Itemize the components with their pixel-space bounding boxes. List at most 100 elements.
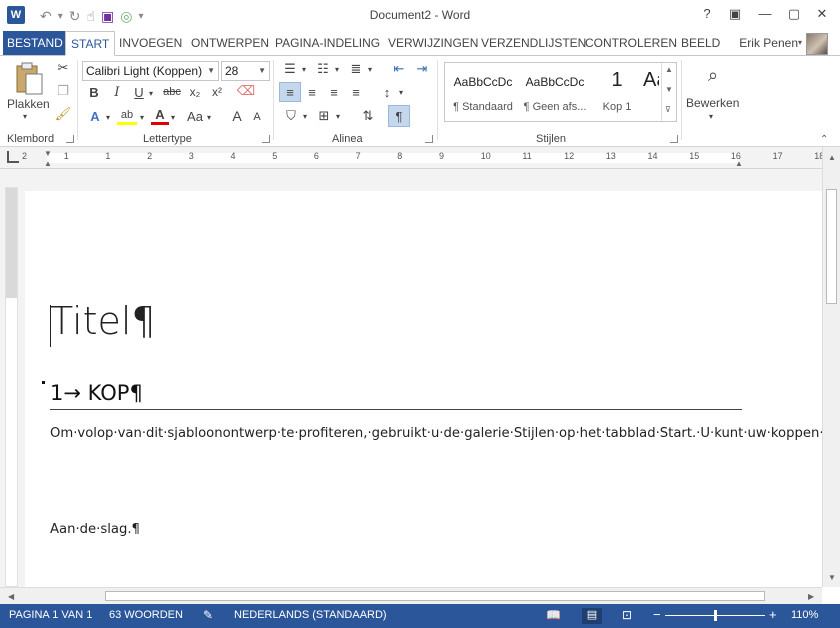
help-button[interactable]: ? [695,6,719,21]
paste-button[interactable]: Plakken [7,97,50,111]
chevron-up-icon[interactable]: ▲ [665,65,673,74]
document-paragraph[interactable]: Aan·de·slag.¶ [50,522,140,537]
numbering-dropdown-icon[interactable]: ▾ [333,61,341,77]
horizontal-scrollbar[interactable]: ◀ ▶ [0,587,822,604]
underline-button[interactable]: U [131,83,147,101]
numbering-icon[interactable]: ☷ [313,60,333,78]
shading-icon[interactable]: ⛉ [281,106,301,126]
superscript-button[interactable]: x² [208,83,226,101]
font-color-icon[interactable]: A [151,107,169,125]
print-layout-icon[interactable]: ▤ [582,608,602,624]
tab-bestand[interactable]: BESTAND [3,31,67,55]
redo-icon[interactable]: ↻ [69,8,81,25]
maximize-button[interactable]: ▢ [782,6,806,22]
text-effects-icon[interactable]: A [86,107,104,125]
circle-icon[interactable]: ◎ [120,8,132,25]
shrink-font-button[interactable]: A [249,109,265,125]
hanging-indent-icon[interactable]: ▲ [44,159,52,168]
style-item-kop1[interactable]: 1 Kop 1 [591,65,643,119]
scroll-down-icon[interactable]: ▼ [828,573,836,582]
bold-button[interactable]: B [86,83,102,101]
ribbon-display-options-icon[interactable]: ▣ [723,6,747,22]
scroll-up-icon[interactable]: ▲ [828,153,836,162]
touch-mode-icon[interactable]: ☝ [87,8,96,25]
scroll-left-icon[interactable]: ◀ [8,592,14,601]
clear-formatting-icon[interactable]: ⌫ [236,81,256,101]
tab-selector-icon[interactable] [7,151,19,163]
style-item-titel[interactable]: AaE [643,65,659,119]
gallery-more-icon[interactable]: ⊽ [665,105,671,114]
vertical-ruler[interactable] [5,187,18,587]
zoom-slider-thumb[interactable] [714,610,717,621]
chevron-down-icon[interactable]: ▼ [258,62,266,80]
binoculars-icon[interactable]: ⌕ [700,62,726,88]
style-item-geen-afstand[interactable]: AaBbCcDc ¶ Geen afs... [519,65,591,119]
highlight-dropdown-icon[interactable]: ▾ [138,109,146,125]
bullets-icon[interactable]: ☰ [280,60,300,78]
word-logo-icon[interactable]: W [7,6,25,24]
tab-verzendlijsten[interactable]: VERZENDLIJSTEN [476,31,591,55]
document-heading[interactable]: 1→ KOP¶ [50,381,143,405]
change-case-dropdown-icon[interactable]: ▾ [205,109,213,125]
user-dropdown-icon[interactable]: ▾ [798,38,802,47]
decrease-indent-icon[interactable]: ⇤ [389,60,409,78]
close-button[interactable]: ✕ [810,6,834,22]
editing-dropdown-icon[interactable]: ▾ [709,112,713,121]
zoom-level[interactable]: 110% [791,609,818,621]
underline-dropdown-icon[interactable]: ▾ [146,84,156,102]
tab-controleren[interactable]: CONTROLEREN [580,31,682,55]
tab-ontwerpen[interactable]: ONTWERPEN [186,31,274,55]
avatar[interactable] [806,33,828,55]
scroll-right-icon[interactable]: ▶ [808,592,814,601]
zoom-in-button[interactable]: + [769,607,777,622]
read-mode-icon[interactable]: 📖 [546,608,561,622]
paste-dropdown-icon[interactable]: ▾ [23,112,27,121]
italic-button[interactable]: I [109,83,125,101]
paragraph-launcher-icon[interactable] [425,135,433,143]
highlight-icon[interactable]: ab [117,107,137,125]
chevron-down-icon[interactable]: ▼ [665,85,673,94]
text-effects-dropdown-icon[interactable]: ▾ [104,109,112,125]
sort-icon[interactable]: ⇅ [358,106,378,126]
proofing-icon[interactable]: ✎ [203,608,213,622]
undo-icon[interactable]: ↶ [40,8,52,25]
document-title[interactable]: Titel¶ [50,299,156,343]
user-name[interactable]: Erik Penen [739,36,798,50]
document-page[interactable]: Titel¶ 1→ KOP¶ Om·volop·van·dit·sjabloon… [25,191,822,587]
chevron-down-icon[interactable]: ▼ [207,62,215,80]
vertical-scroll-thumb[interactable] [826,189,837,304]
styles-launcher-icon[interactable] [670,135,678,143]
align-center-icon[interactable]: ≡ [302,82,322,102]
editing-button[interactable]: Bewerken [686,96,739,110]
change-case-button[interactable]: Aa [185,107,205,125]
format-painter-icon[interactable]: 🖌 [55,106,72,122]
web-layout-icon[interactable]: ⊡ [622,608,632,622]
customize-qat-icon[interactable]: ▾ [138,11,143,22]
word-count[interactable]: 63 WOORDEN [109,609,183,621]
language-status[interactable]: NEDERLANDS (STANDAARD) [234,609,387,621]
clipboard-launcher-icon[interactable] [66,135,74,143]
cut-icon[interactable]: ✂ [55,60,71,76]
multilevel-dropdown-icon[interactable]: ▾ [366,61,374,77]
collapse-ribbon-icon[interactable]: ⌃ [820,134,828,145]
tab-verwijzingen[interactable]: VERWIJZINGEN [383,31,483,55]
multilevel-list-icon[interactable]: ≣ [346,60,366,78]
strikethrough-button[interactable]: abc [161,83,183,101]
copy-icon[interactable]: ❐ [55,83,71,99]
borders-dropdown-icon[interactable]: ▾ [334,108,342,124]
align-right-icon[interactable]: ≡ [324,82,344,102]
tab-start[interactable]: START [65,31,116,56]
line-spacing-icon[interactable]: ↕ [377,82,397,102]
font-launcher-icon[interactable] [262,135,270,143]
zoom-out-button[interactable]: − [653,607,661,622]
borders-icon[interactable]: ⊞ [314,106,334,126]
tab-beeld[interactable]: BEELD [676,31,725,55]
tab-pagina-indeling[interactable]: PAGINA-INDELING [270,31,385,55]
save-icon[interactable]: ▣ [101,8,114,25]
vertical-scrollbar[interactable]: ▲ ▼ [822,147,840,587]
font-family-combo[interactable]: Calibri Light (Koppen) ▼ [82,61,219,81]
bullets-dropdown-icon[interactable]: ▾ [300,61,308,77]
subscript-button[interactable]: x₂ [186,83,204,101]
tab-invoegen[interactable]: INVOEGEN [114,31,187,55]
right-indent-icon[interactable]: ▲ [735,159,743,168]
